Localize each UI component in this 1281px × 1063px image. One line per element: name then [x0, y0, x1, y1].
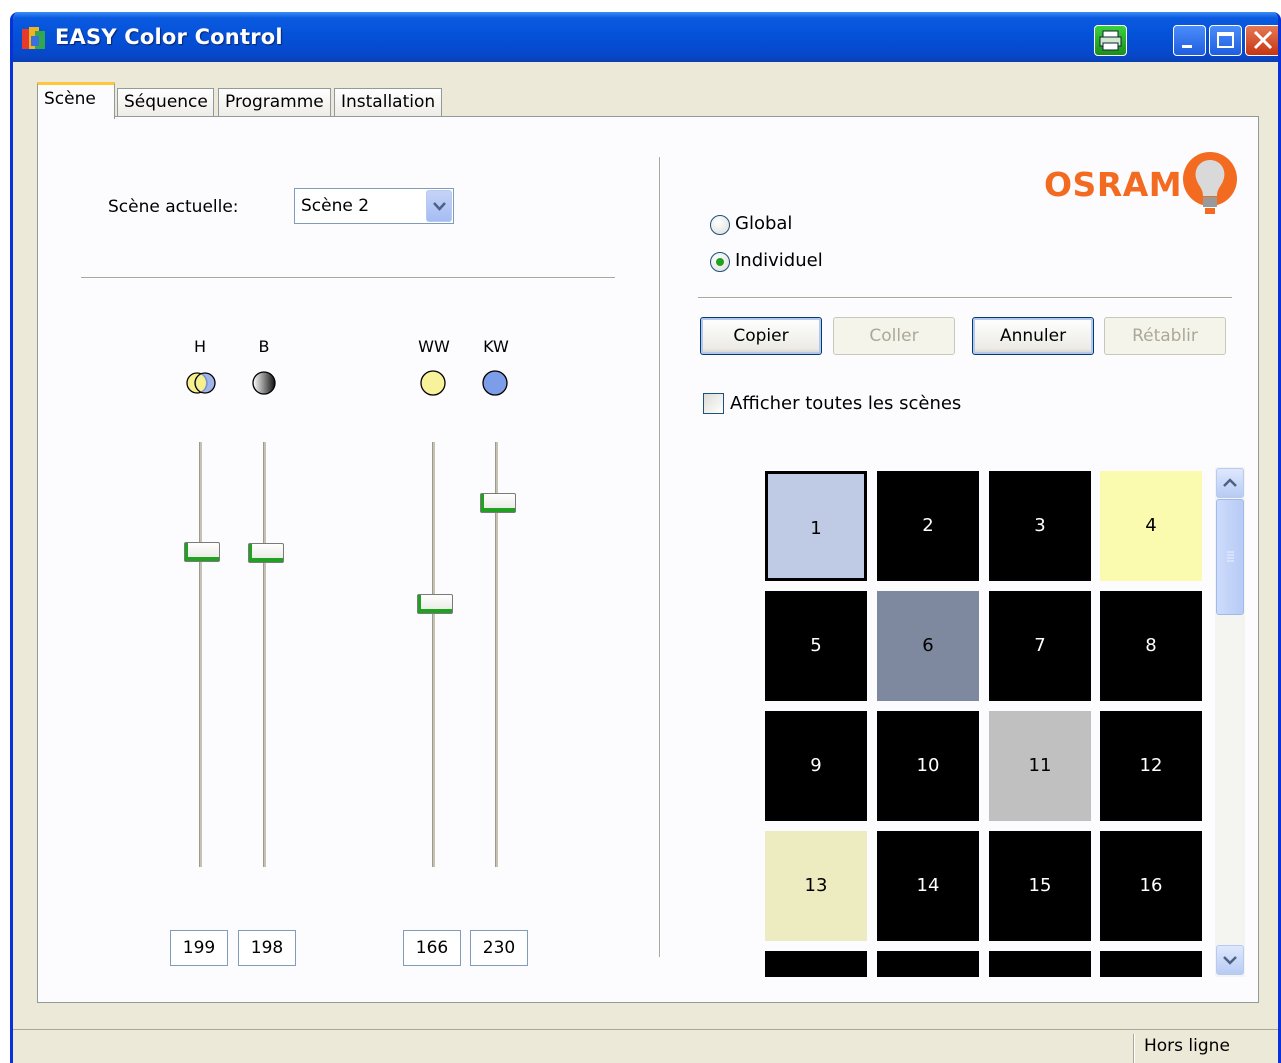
slider-h-track[interactable] [199, 442, 202, 867]
scene-cell[interactable]: 13 [765, 831, 867, 941]
scene-select-value: Scène 2 [301, 196, 370, 216]
copy-button[interactable]: Copier [700, 317, 822, 355]
tab-programme[interactable]: Programme [218, 88, 331, 118]
slider-h-label: H [193, 337, 207, 356]
slider-h-value[interactable]: 199 [170, 930, 228, 966]
scene-cell[interactable]: 10 [877, 711, 979, 821]
connection-status: Hors ligne [1144, 1036, 1230, 1056]
scene-cell[interactable]: 15 [989, 831, 1091, 941]
scene-cell[interactable]: 2 [877, 471, 979, 581]
window-title: EASY Color Control [55, 25, 283, 49]
slider-kw-label: KW [483, 337, 509, 356]
separator-left [81, 277, 615, 279]
scene-cell[interactable] [765, 951, 867, 977]
app-window: EASY Color Control Scène Séquence Progra… [10, 12, 1281, 1063]
scene-cell[interactable]: 6 [877, 591, 979, 701]
chevron-down-icon [433, 202, 446, 211]
printer-icon [1099, 30, 1122, 51]
slider-kw-value[interactable]: 230 [470, 930, 528, 966]
scroll-up-button[interactable] [1216, 468, 1244, 498]
scene-cell[interactable]: 1 [765, 470, 868, 582]
separator-vertical [659, 157, 661, 957]
scene-cell[interactable]: 8 [1100, 591, 1202, 701]
separator-right [698, 297, 1232, 299]
show-all-scenes-label[interactable]: Afficher toutes les scènes [730, 393, 961, 414]
hue-icon [186, 372, 216, 394]
chevron-down-icon [1223, 956, 1237, 965]
tab-installation[interactable]: Installation [334, 88, 442, 118]
scene-cell[interactable] [1100, 951, 1202, 977]
radio-global-label[interactable]: Global [735, 213, 792, 234]
maximize-icon [1217, 32, 1234, 48]
title-bar[interactable]: EASY Color Control [13, 12, 1278, 62]
scene-cell[interactable]: 11 [989, 711, 1091, 821]
tab-sequence[interactable]: Séquence [117, 88, 214, 118]
slider-b-label: B [258, 337, 270, 356]
osram-logo-icon [1183, 152, 1237, 214]
brightness-icon [252, 371, 276, 395]
scene-cell[interactable]: 3 [989, 471, 1091, 581]
close-button[interactable] [1245, 25, 1278, 56]
scene-grid-scrollbar[interactable] [1215, 467, 1245, 977]
scene-cell[interactable]: 7 [989, 591, 1091, 701]
slider-ww-value[interactable]: 166 [403, 930, 461, 966]
scene-cell[interactable]: 4 [1100, 471, 1202, 581]
scene-grid: 1 2 3 4 5 6 7 8 9 10 11 12 13 14 15 16 [765, 467, 1205, 977]
tab-scene[interactable]: Scène [37, 82, 115, 119]
slider-b-thumb[interactable] [248, 543, 284, 563]
slider-ww-track[interactable] [432, 442, 435, 867]
scroll-thumb[interactable] [1216, 499, 1244, 615]
print-button[interactable] [1094, 25, 1127, 56]
undo-button[interactable]: Annuler [972, 317, 1094, 355]
scene-select[interactable]: Scène 2 [294, 188, 454, 224]
minimize-icon [1182, 45, 1192, 48]
radio-individuel-label[interactable]: Individuel [735, 250, 823, 271]
paste-button[interactable]: Coller [833, 317, 955, 355]
grip-icon [1227, 551, 1234, 562]
redo-button[interactable]: Rétablir [1104, 317, 1226, 355]
minimize-button[interactable] [1173, 25, 1206, 56]
scene-select-dropdown-button[interactable] [426, 190, 452, 222]
scene-cell[interactable]: 14 [877, 831, 979, 941]
scroll-down-button[interactable] [1216, 945, 1244, 975]
slider-b-track[interactable] [263, 442, 266, 867]
scene-panel: Scène actuelle: Scène 2 H B WW KW 199 19… [37, 116, 1259, 1003]
warm-white-icon [420, 370, 446, 396]
current-scene-label: Scène actuelle: [108, 197, 239, 217]
scene-cell[interactable] [877, 951, 979, 977]
chevron-up-icon [1223, 478, 1237, 487]
close-icon [1253, 30, 1273, 50]
cold-white-icon [482, 370, 508, 396]
slider-ww-thumb[interactable] [417, 594, 453, 614]
radio-global[interactable] [710, 215, 730, 235]
radio-individuel[interactable] [710, 252, 730, 272]
slider-kw-thumb[interactable] [480, 493, 516, 513]
status-separator [1133, 1034, 1135, 1063]
scene-cell[interactable]: 9 [765, 711, 867, 821]
status-bar: Hors ligne [13, 1029, 1278, 1063]
osram-logo-text: OSRAM [1044, 165, 1183, 204]
maximize-button[interactable] [1209, 25, 1242, 56]
scene-cell[interactable]: 12 [1100, 711, 1202, 821]
scene-cell[interactable]: 5 [765, 591, 867, 701]
slider-h-thumb[interactable] [184, 542, 220, 562]
scene-cell[interactable]: 16 [1100, 831, 1202, 941]
slider-b-value[interactable]: 198 [238, 930, 296, 966]
scene-cell[interactable] [989, 951, 1091, 977]
app-icon [22, 27, 45, 49]
slider-ww-label: WW [418, 337, 450, 356]
show-all-scenes-checkbox[interactable] [703, 393, 724, 414]
